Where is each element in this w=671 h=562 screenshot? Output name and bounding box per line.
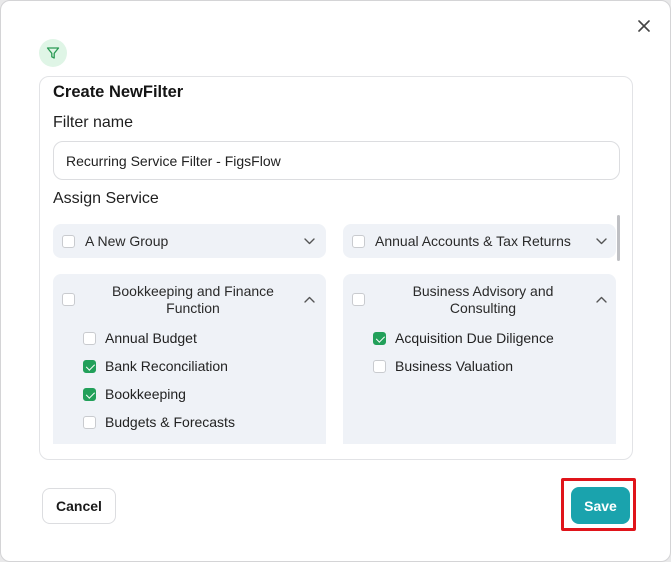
- group-title: A New Group: [85, 233, 169, 249]
- collapse-group-button[interactable]: [595, 293, 607, 305]
- create-filter-dialog: Create NewFilter Filter name Assign Serv…: [0, 0, 671, 562]
- group-title: Bookkeeping and Finance Function: [93, 283, 293, 317]
- service-label: Acquisition Due Diligence: [395, 330, 554, 346]
- chevron-up-icon: [303, 296, 315, 303]
- expand-group-button[interactable]: [303, 235, 315, 247]
- close-button[interactable]: [633, 15, 655, 37]
- service-checkbox-bank-reconciliation[interactable]: [83, 360, 96, 373]
- services-scrollbar[interactable]: [617, 215, 620, 261]
- group-title-line: Bookkeeping and Finance: [112, 283, 274, 299]
- service-label: Business Valuation: [395, 358, 514, 374]
- filter-badge: [39, 39, 67, 67]
- group-title-line: Business Advisory and: [412, 283, 554, 299]
- service-group-business-advisory: Business Advisory and Consulting Acquisi…: [343, 274, 616, 444]
- filter-name-label: Filter name: [53, 114, 134, 131]
- filter-icon: [46, 47, 60, 59]
- expand-group-button[interactable]: [595, 235, 607, 247]
- save-button[interactable]: Save: [571, 487, 630, 524]
- group-title-line: Function: [166, 300, 220, 316]
- chevron-up-icon: [595, 296, 607, 303]
- service-label: Budgets & Forecasts: [105, 414, 235, 430]
- service-group-annual-accounts: Annual Accounts & Tax Returns: [343, 224, 616, 258]
- group-checkbox[interactable]: [352, 293, 365, 306]
- service-group-a-new-group: A New Group: [53, 224, 326, 258]
- group-title: Business Advisory and Consulting: [383, 283, 583, 317]
- chevron-down-icon: [303, 237, 315, 244]
- assign-service-label: Assign Service: [53, 190, 159, 207]
- filter-form-panel: Create NewFilter Filter name Assign Serv…: [39, 76, 633, 460]
- group-title-line: Consulting: [449, 300, 517, 316]
- group-checkbox[interactable]: [62, 235, 75, 248]
- filter-name-input[interactable]: [53, 141, 620, 180]
- service-group-bookkeeping: Bookkeeping and Finance Function Annual …: [53, 274, 326, 444]
- service-checkbox-bookkeeping[interactable]: [83, 388, 96, 401]
- chevron-down-icon: [595, 237, 607, 244]
- group-checkbox[interactable]: [62, 293, 75, 306]
- service-checkbox-business-valuation[interactable]: [373, 360, 386, 373]
- group-title: Annual Accounts & Tax Returns: [375, 233, 571, 249]
- service-label: Annual Budget: [105, 330, 197, 346]
- service-checkbox-acquisition-due-diligence[interactable]: [373, 332, 386, 345]
- group-checkbox[interactable]: [352, 235, 365, 248]
- service-checkbox-budgets-forecasts[interactable]: [83, 416, 96, 429]
- service-label: Bank Reconciliation: [105, 358, 228, 374]
- collapse-group-button[interactable]: [303, 293, 315, 305]
- cancel-button[interactable]: Cancel: [42, 488, 116, 524]
- close-icon: [638, 20, 650, 32]
- service-label: Bookkeeping: [105, 386, 186, 402]
- dialog-title: Create NewFilter: [53, 83, 184, 101]
- service-checkbox-annual-budget[interactable]: [83, 332, 96, 345]
